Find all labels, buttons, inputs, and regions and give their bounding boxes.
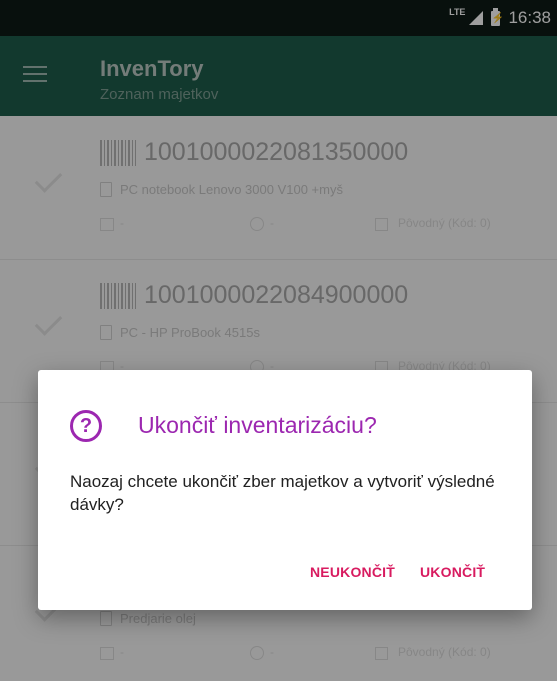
confirm-button[interactable]: UKONČIŤ	[420, 564, 485, 580]
dialog-title: Ukončiť inventarizáciu?	[138, 412, 377, 438]
dialog-message: Naozaj chcete ukončiť zber majetkov a vy…	[70, 472, 495, 514]
confirm-dialog: ? Ukončiť inventarizáciu? Naozaj chcete …	[38, 370, 532, 610]
help-circle-icon: ?	[70, 410, 102, 442]
cancel-button[interactable]: NEUKONČIŤ	[310, 564, 395, 580]
screen: LTE 16:38 InvenTory Zoznam majetkov 1001…	[0, 0, 557, 681]
